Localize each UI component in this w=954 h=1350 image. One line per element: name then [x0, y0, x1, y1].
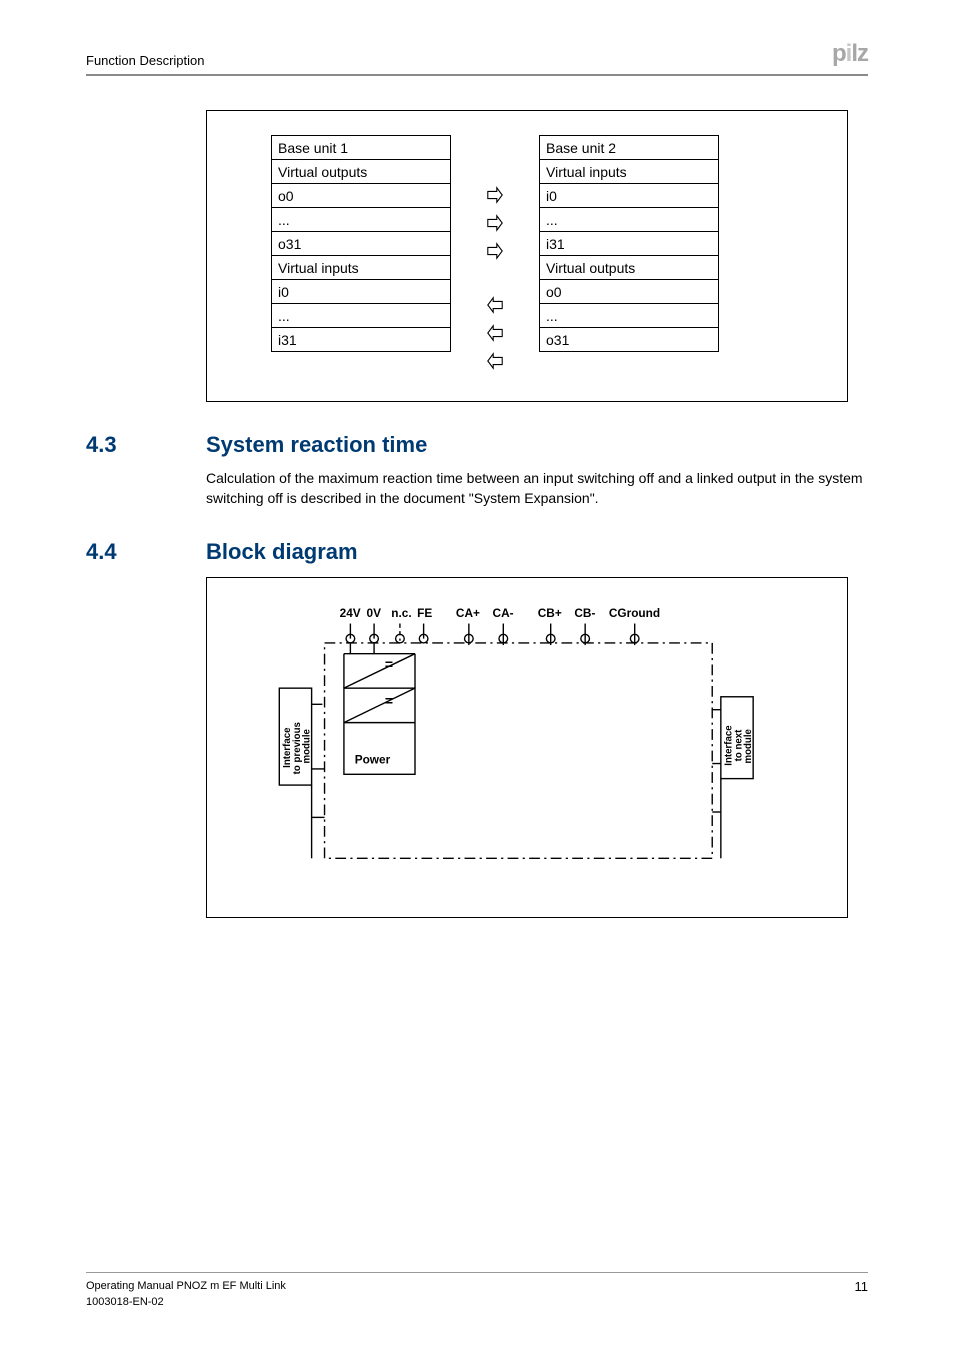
- section-title-4-3: System reaction time: [206, 432, 427, 458]
- label-nc: n.c.: [391, 606, 411, 620]
- cell-dots: ...: [539, 303, 719, 328]
- cell-i31: i31: [539, 231, 719, 256]
- base-unit-2-title: Base unit 2: [539, 135, 719, 160]
- base-unit-2-column: Base unit 2 Virtual inputs i0 ... i31 Vi…: [539, 135, 719, 352]
- section-title-4-4: Block diagram: [206, 539, 358, 565]
- cell-o0: o0: [271, 183, 451, 208]
- block-diagram: 24V 0V n.c. FE CA+ CA- CB+ CB- CGround: [206, 577, 848, 918]
- cell-dots: ...: [539, 207, 719, 232]
- cell-i0: i0: [271, 279, 451, 304]
- arrow-left-icon: [486, 324, 504, 342]
- arrow-left-icon: [486, 296, 504, 314]
- label-cb-plus: CB+: [538, 606, 562, 620]
- equals-lower: =: [385, 692, 393, 708]
- footer-line1: Operating Manual PNOZ m EF Multi Link: [86, 1279, 286, 1294]
- section-body-4-3: Calculation of the maximum reaction time…: [206, 468, 868, 509]
- label-cground: CGround: [609, 606, 660, 620]
- cell-o31: o31: [539, 327, 719, 352]
- label-24v: 24V: [340, 606, 361, 620]
- power-label: Power: [355, 752, 391, 766]
- label-cb-minus: CB-: [574, 606, 595, 620]
- block-diagram-svg: 24V 0V n.c. FE CA+ CA- CB+ CB- CGround: [247, 602, 807, 882]
- cell-i31: i31: [271, 327, 451, 352]
- io-mapping-diagram: Base unit 1 Virtual outputs o0 ... o31 V…: [206, 110, 848, 402]
- footer-line2: 1003018-EN-02: [86, 1295, 286, 1310]
- cell-i0: i0: [539, 183, 719, 208]
- base-unit-1-column: Base unit 1 Virtual outputs o0 ... o31 V…: [271, 135, 451, 352]
- outer-dashed-box: [325, 643, 713, 858]
- cell-o31: o31: [271, 231, 451, 256]
- label-0v: 0V: [367, 606, 382, 620]
- page-number: 11: [855, 1279, 869, 1294]
- virtual-outputs-label: Virtual outputs: [539, 255, 719, 280]
- arrow-right-icon: [486, 242, 504, 260]
- base-unit-1-title: Base unit 1: [271, 135, 451, 160]
- cell-dots: ...: [271, 207, 451, 232]
- arrow-column: [481, 135, 509, 373]
- label-ca-minus: CA-: [493, 606, 514, 620]
- right-interface-label: Interface to next module: [724, 722, 754, 765]
- cell-o0: o0: [539, 279, 719, 304]
- arrow-right-icon: [486, 214, 504, 232]
- brand-logo: pilz: [832, 40, 868, 68]
- label-ca-plus: CA+: [456, 606, 480, 620]
- cell-dots: ...: [271, 303, 451, 328]
- virtual-outputs-label: Virtual outputs: [271, 159, 451, 184]
- arrow-right-icon: [486, 186, 504, 204]
- header-title: Function Description: [86, 53, 205, 68]
- section-number-4-4: 4.4: [86, 539, 206, 565]
- section-number-4-3: 4.3: [86, 432, 206, 458]
- virtual-inputs-label: Virtual inputs: [539, 159, 719, 184]
- equals-upper: =: [385, 655, 393, 671]
- virtual-inputs-label: Virtual inputs: [271, 255, 451, 280]
- footer-left: Operating Manual PNOZ m EF Multi Link 10…: [86, 1279, 286, 1310]
- label-fe: FE: [417, 606, 432, 620]
- arrow-left-icon: [486, 352, 504, 370]
